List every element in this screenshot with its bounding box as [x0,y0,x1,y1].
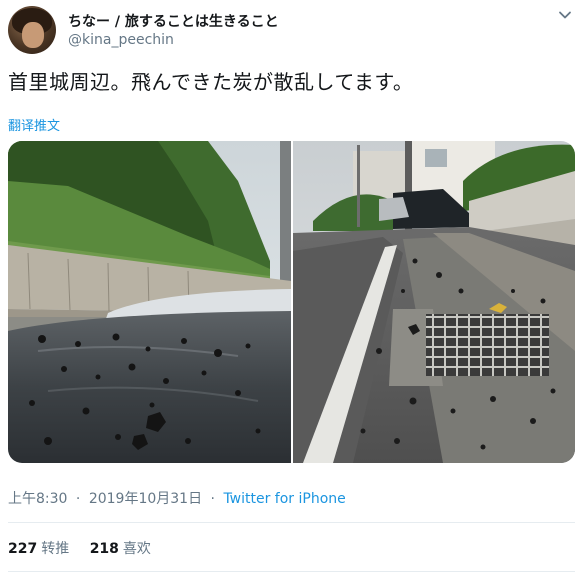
tweet-card: ちなー / 旅することは生きること @kina_peechin 首里城周辺。飛ん… [0,0,583,578]
retweet-label: 转推 [41,541,70,557]
tweet-timestamp: 上午8:30 · 2019年10月31日 · Twitter for iPhon… [8,488,346,508]
chevron-down-icon[interactable] [558,8,572,22]
tweet-media [8,141,575,463]
display-name[interactable]: ちなー / 旅することは生きること [68,11,279,31]
photo-car-roof[interactable] [8,141,291,463]
divider-bottom [8,571,575,572]
avatar-face [22,22,44,48]
retweet-count: 227 [8,541,38,557]
source-link[interactable]: Twitter for iPhone [223,491,345,507]
tweet-text: 首里城周辺。飛んできた炭が散乱してます。 [8,70,414,94]
source-separator: · [210,491,215,507]
like-count: 218 [89,541,119,557]
like-label: 喜欢 [122,541,151,557]
timestamp-separator: · [75,491,81,507]
tweet-date[interactable]: 2019年10月31日 [89,491,202,507]
like-stat[interactable]: 218 喜欢 [90,541,151,557]
retweet-stat[interactable]: 227 转推 [8,541,74,557]
translate-tweet-link[interactable]: 翻译推文 [8,115,60,134]
tweet-stats: 227 转推 218 喜欢 [8,538,167,558]
screen-name[interactable]: @kina_peechin [68,32,174,48]
photo-street-drain[interactable] [293,141,575,463]
tweet-time[interactable]: 上午8:30 [8,491,67,507]
avatar[interactable] [8,6,56,54]
divider-top [8,522,575,523]
